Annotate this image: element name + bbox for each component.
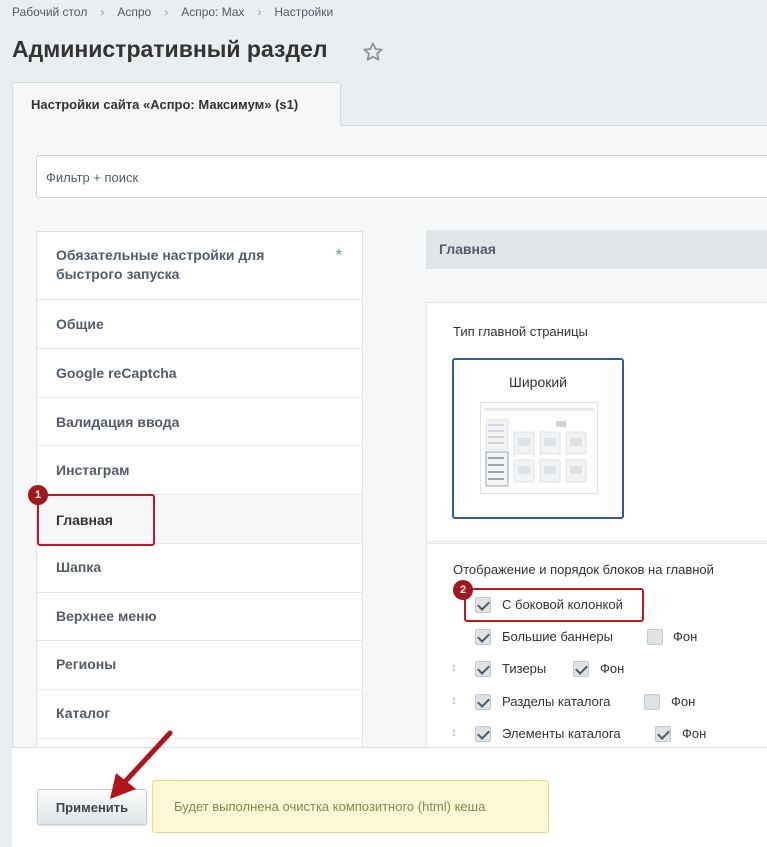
breadcrumb: Рабочий стол › Аспро › Аспро: Max › Наст… [12,5,333,19]
sidebar-item-general[interactable]: Общие [37,300,362,349]
annotation-highlight-side-column [464,588,644,622]
big-banners-bg-label: Фон [673,629,698,644]
breadcrumb-separator-icon: › [100,5,105,19]
sidebar-item-instagram[interactable]: Инстаграм [37,446,362,495]
sidebar-item-recaptcha[interactable]: Google reCaptcha [37,349,362,398]
sidebar-item-label: Шапка [56,559,102,575]
catalog-sections-label: Разделы каталога [502,694,611,709]
catalog-elements-label: Элементы каталога [502,726,621,741]
sidebar-item-label: Каталог [56,705,111,721]
catalog-elements-checkbox[interactable] [475,726,491,742]
settings-sidebar: Обязательные настройки для быстрого запу… [36,231,363,751]
wide-layout-preview-icon [480,402,598,494]
sidebar-item-label: Инстаграм [56,462,130,478]
sidebar-item-label: Google reCaptcha [56,365,177,381]
sidebar-item-header[interactable]: Шапка [37,544,362,593]
annotation-number-1: 1 [28,485,48,505]
cache-notice: Будет выполнена очистка композитного (ht… [152,780,549,833]
section-title-main: Главная [426,230,767,269]
breadcrumb-separator-icon: › [257,5,262,19]
breadcrumb-item-settings[interactable]: Настройки [274,5,333,19]
sidebar-item-label: Общие [56,316,104,332]
big-banners-label: Большие баннеры [502,629,613,644]
sidebar-item-input-validation[interactable]: Валидация ввода [37,398,362,446]
blocks-order-label: Отображение и порядок блоков на главной [453,562,714,577]
teasers-bg-checkbox[interactable] [573,661,589,677]
sidebar-item-catalog[interactable]: Каталог [37,690,362,739]
filter-search-input[interactable]: Фильтр + поиск [36,155,767,198]
breadcrumb-separator-icon: › [164,5,169,19]
drag-handle-icon[interactable]: ↕ [451,693,457,707]
page-type-option-label: Широкий [509,374,567,390]
annotation-number-2: 2 [453,580,473,600]
tab-site-settings[interactable]: Настройки сайта «Аспро: Максимум» (s1) [12,82,341,126]
page-type-label: Тип главной страницы [453,324,588,339]
annotation-highlight-main-item [37,494,155,546]
sidebar-item-label: Валидация ввода [56,414,180,430]
teasers-checkbox[interactable] [475,661,491,677]
page-type-option-wide[interactable]: Широкий [452,358,624,519]
catalog-sections-bg-label: Фон [671,694,696,709]
catalog-sections-checkbox[interactable] [475,694,491,710]
teasers-bg-label: Фон [600,661,625,676]
drag-handle-icon[interactable]: ↕ [451,725,457,739]
big-banners-checkbox[interactable] [475,629,491,645]
sidebar-item-label: Регионы [56,656,117,672]
page-title: Административный раздел [12,36,328,62]
teasers-label: Тизеры [502,661,547,676]
big-banners-bg-checkbox[interactable] [647,629,663,645]
breadcrumb-item-aspro-max[interactable]: Аспро: Max [181,5,244,19]
sidebar-item-label: Верхнее меню [56,608,157,624]
annotation-arrow-icon [110,730,173,799]
breadcrumb-item-aspro[interactable]: Аспро [117,5,151,19]
required-asterisk-icon: * [335,247,342,264]
sidebar-item-required-settings[interactable]: Обязательные настройки для быстрого запу… [37,232,362,300]
sidebar-item-regions[interactable]: Регионы [37,641,362,690]
catalog-elements-bg-checkbox[interactable] [655,726,671,742]
catalog-elements-bg-label: Фон [682,726,707,741]
sidebar-item-label: Обязательные настройки для быстрого запу… [56,247,265,282]
drag-handle-icon[interactable]: ↕ [451,660,457,674]
sidebar-item-top-menu[interactable]: Верхнее меню [37,593,362,641]
breadcrumb-item-desktop[interactable]: Рабочий стол [12,5,87,19]
star-icon[interactable] [362,41,384,63]
catalog-sections-bg-checkbox[interactable] [644,694,660,710]
